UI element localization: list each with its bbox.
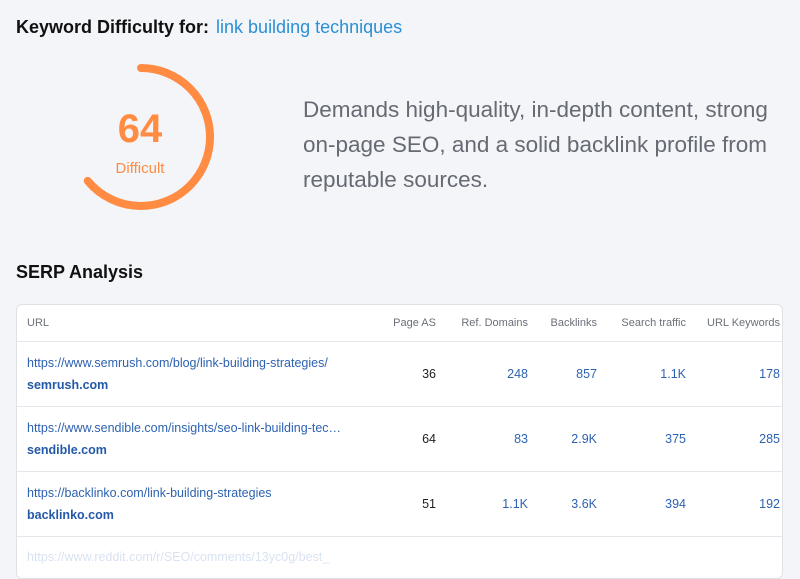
table-row: https://backlinko.com/link-building-stra…: [17, 472, 782, 537]
url-keywords-link[interactable]: 178: [686, 367, 780, 381]
ref-domains-link[interactable]: 248: [436, 367, 528, 381]
row-url-link[interactable]: https://www.reddit.com/r/SEO/comments/13…: [27, 550, 372, 564]
difficulty-level: Difficult: [115, 160, 165, 177]
row-url-link[interactable]: https://backlinko.com/link-building-stra…: [27, 486, 372, 500]
difficulty-gauge: 64 Difficult: [60, 55, 230, 225]
page-as-value: 64: [422, 432, 436, 446]
col-ref-domains[interactable]: Ref. Domains: [436, 317, 528, 329]
title-prefix: Keyword Difficulty for:: [16, 17, 210, 37]
keyword-link[interactable]: link building techniques: [216, 17, 402, 37]
table-row: https://www.semrush.com/blog/link-buildi…: [17, 342, 782, 407]
serp-analysis-title: SERP Analysis: [16, 262, 144, 282]
col-search-traffic[interactable]: Search traffic: [597, 317, 686, 329]
row-domain-link[interactable]: backlinko.com: [27, 508, 381, 522]
col-url[interactable]: URL: [17, 317, 381, 329]
backlinks-link[interactable]: 2.9K: [528, 432, 597, 446]
row-url-link[interactable]: https://www.sendible.com/insights/seo-li…: [27, 421, 372, 435]
serp-table: URL Page AS Ref. Domains Backlinks Searc…: [16, 304, 783, 579]
ref-domains-link[interactable]: 83: [436, 432, 528, 446]
search-traffic-link[interactable]: 1.1K: [597, 367, 686, 381]
page-as-value: 51: [422, 497, 436, 511]
ref-domains-link[interactable]: 1.1K: [436, 497, 528, 511]
search-traffic-link[interactable]: 375: [597, 432, 686, 446]
difficulty-score: 64: [117, 107, 163, 151]
row-domain-link[interactable]: semrush.com: [27, 378, 381, 392]
url-cell: https://www.reddit.com/r/SEO/comments/13…: [17, 550, 381, 564]
url-cell: https://www.sendible.com/insights/seo-li…: [17, 421, 381, 457]
col-page-as[interactable]: Page AS: [381, 317, 436, 329]
row-url-link[interactable]: https://www.semrush.com/blog/link-buildi…: [27, 356, 372, 370]
keyword-difficulty-title: Keyword Difficulty for: link building te…: [16, 17, 402, 38]
backlinks-link[interactable]: 3.6K: [528, 497, 597, 511]
row-domain-link[interactable]: sendible.com: [27, 443, 381, 457]
url-cell: https://www.semrush.com/blog/link-buildi…: [17, 356, 381, 392]
page-as-value: 36: [422, 367, 436, 381]
backlinks-link[interactable]: 857: [528, 367, 597, 381]
url-cell: https://backlinko.com/link-building-stra…: [17, 486, 381, 522]
col-url-keywords[interactable]: URL Keywords: [686, 317, 780, 329]
search-traffic-link[interactable]: 394: [597, 497, 686, 511]
difficulty-description: Demands high-quality, in-depth content, …: [303, 97, 768, 192]
col-backlinks[interactable]: Backlinks: [528, 317, 597, 329]
table-header: URL Page AS Ref. Domains Backlinks Searc…: [17, 305, 782, 342]
table-row: https://www.reddit.com/r/SEO/comments/13…: [17, 537, 782, 577]
table-row: https://www.sendible.com/insights/seo-li…: [17, 407, 782, 472]
url-keywords-link[interactable]: 285: [686, 432, 780, 446]
url-keywords-link[interactable]: 192: [686, 497, 780, 511]
